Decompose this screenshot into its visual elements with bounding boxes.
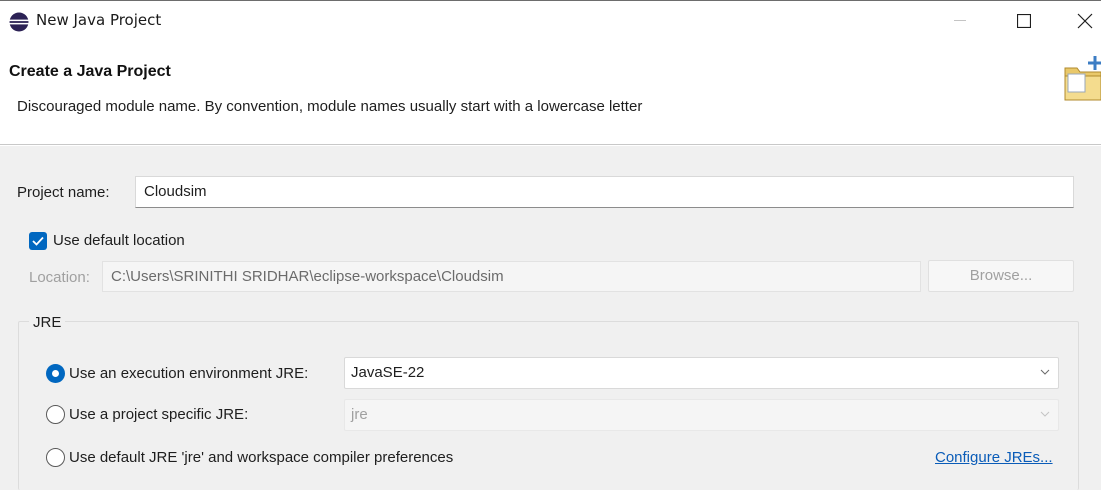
browse-button[interactable]: Browse... [928, 260, 1074, 292]
wizard-content: Project name: Cloudsim Use default locat… [0, 146, 1101, 490]
use-default-location-label: Use default location [53, 232, 185, 249]
wizard-title: Create a Java Project [9, 63, 171, 80]
close-button[interactable] [1062, 1, 1101, 41]
execution-environment-jre-label: Use an execution environment JRE: [69, 365, 309, 382]
execution-environment-value: JavaSE-22 [351, 364, 425, 381]
close-icon [1077, 13, 1093, 29]
radio-dot [52, 370, 59, 377]
project-specific-jre-radio[interactable] [46, 405, 65, 424]
chevron-down-icon [1040, 411, 1050, 417]
default-jre-label: Use default JRE 'jre' and workspace comp… [69, 449, 454, 466]
project-name-input[interactable]: Cloudsim [135, 176, 1074, 208]
minimize-icon [954, 20, 966, 21]
location-label: Location: [29, 269, 90, 286]
execution-environment-select[interactable]: JavaSE-22 [344, 357, 1059, 389]
wizard-message: Discouraged module name. By convention, … [17, 98, 643, 115]
wizard-banner: Create a Java Project Discouraged module… [0, 40, 1101, 145]
project-specific-jre-value: jre [351, 406, 368, 423]
minimize-button[interactable] [937, 1, 983, 41]
configure-jres-link[interactable]: Configure JREs... [935, 449, 1053, 466]
window-title: New Java Project [36, 11, 162, 29]
location-input[interactable]: C:\Users\SRINITHI SRIDHAR\eclipse-worksp… [102, 261, 921, 292]
eclipse-icon [9, 12, 29, 32]
new-java-project-wizard-icon [1064, 56, 1101, 101]
execution-environment-jre-radio[interactable] [46, 364, 65, 383]
checkmark-icon [32, 236, 44, 246]
default-jre-radio[interactable] [46, 448, 65, 467]
maximize-button[interactable] [1001, 1, 1047, 41]
use-default-location-checkbox[interactable] [29, 232, 47, 250]
maximize-icon [1017, 14, 1031, 28]
project-specific-jre-select[interactable]: jre [344, 399, 1059, 431]
jre-group-title: JRE [29, 314, 66, 331]
project-specific-jre-label: Use a project specific JRE: [69, 406, 249, 423]
title-bar: New Java Project [0, 0, 1101, 40]
chevron-down-icon [1040, 369, 1050, 375]
project-name-label: Project name: [17, 184, 110, 201]
